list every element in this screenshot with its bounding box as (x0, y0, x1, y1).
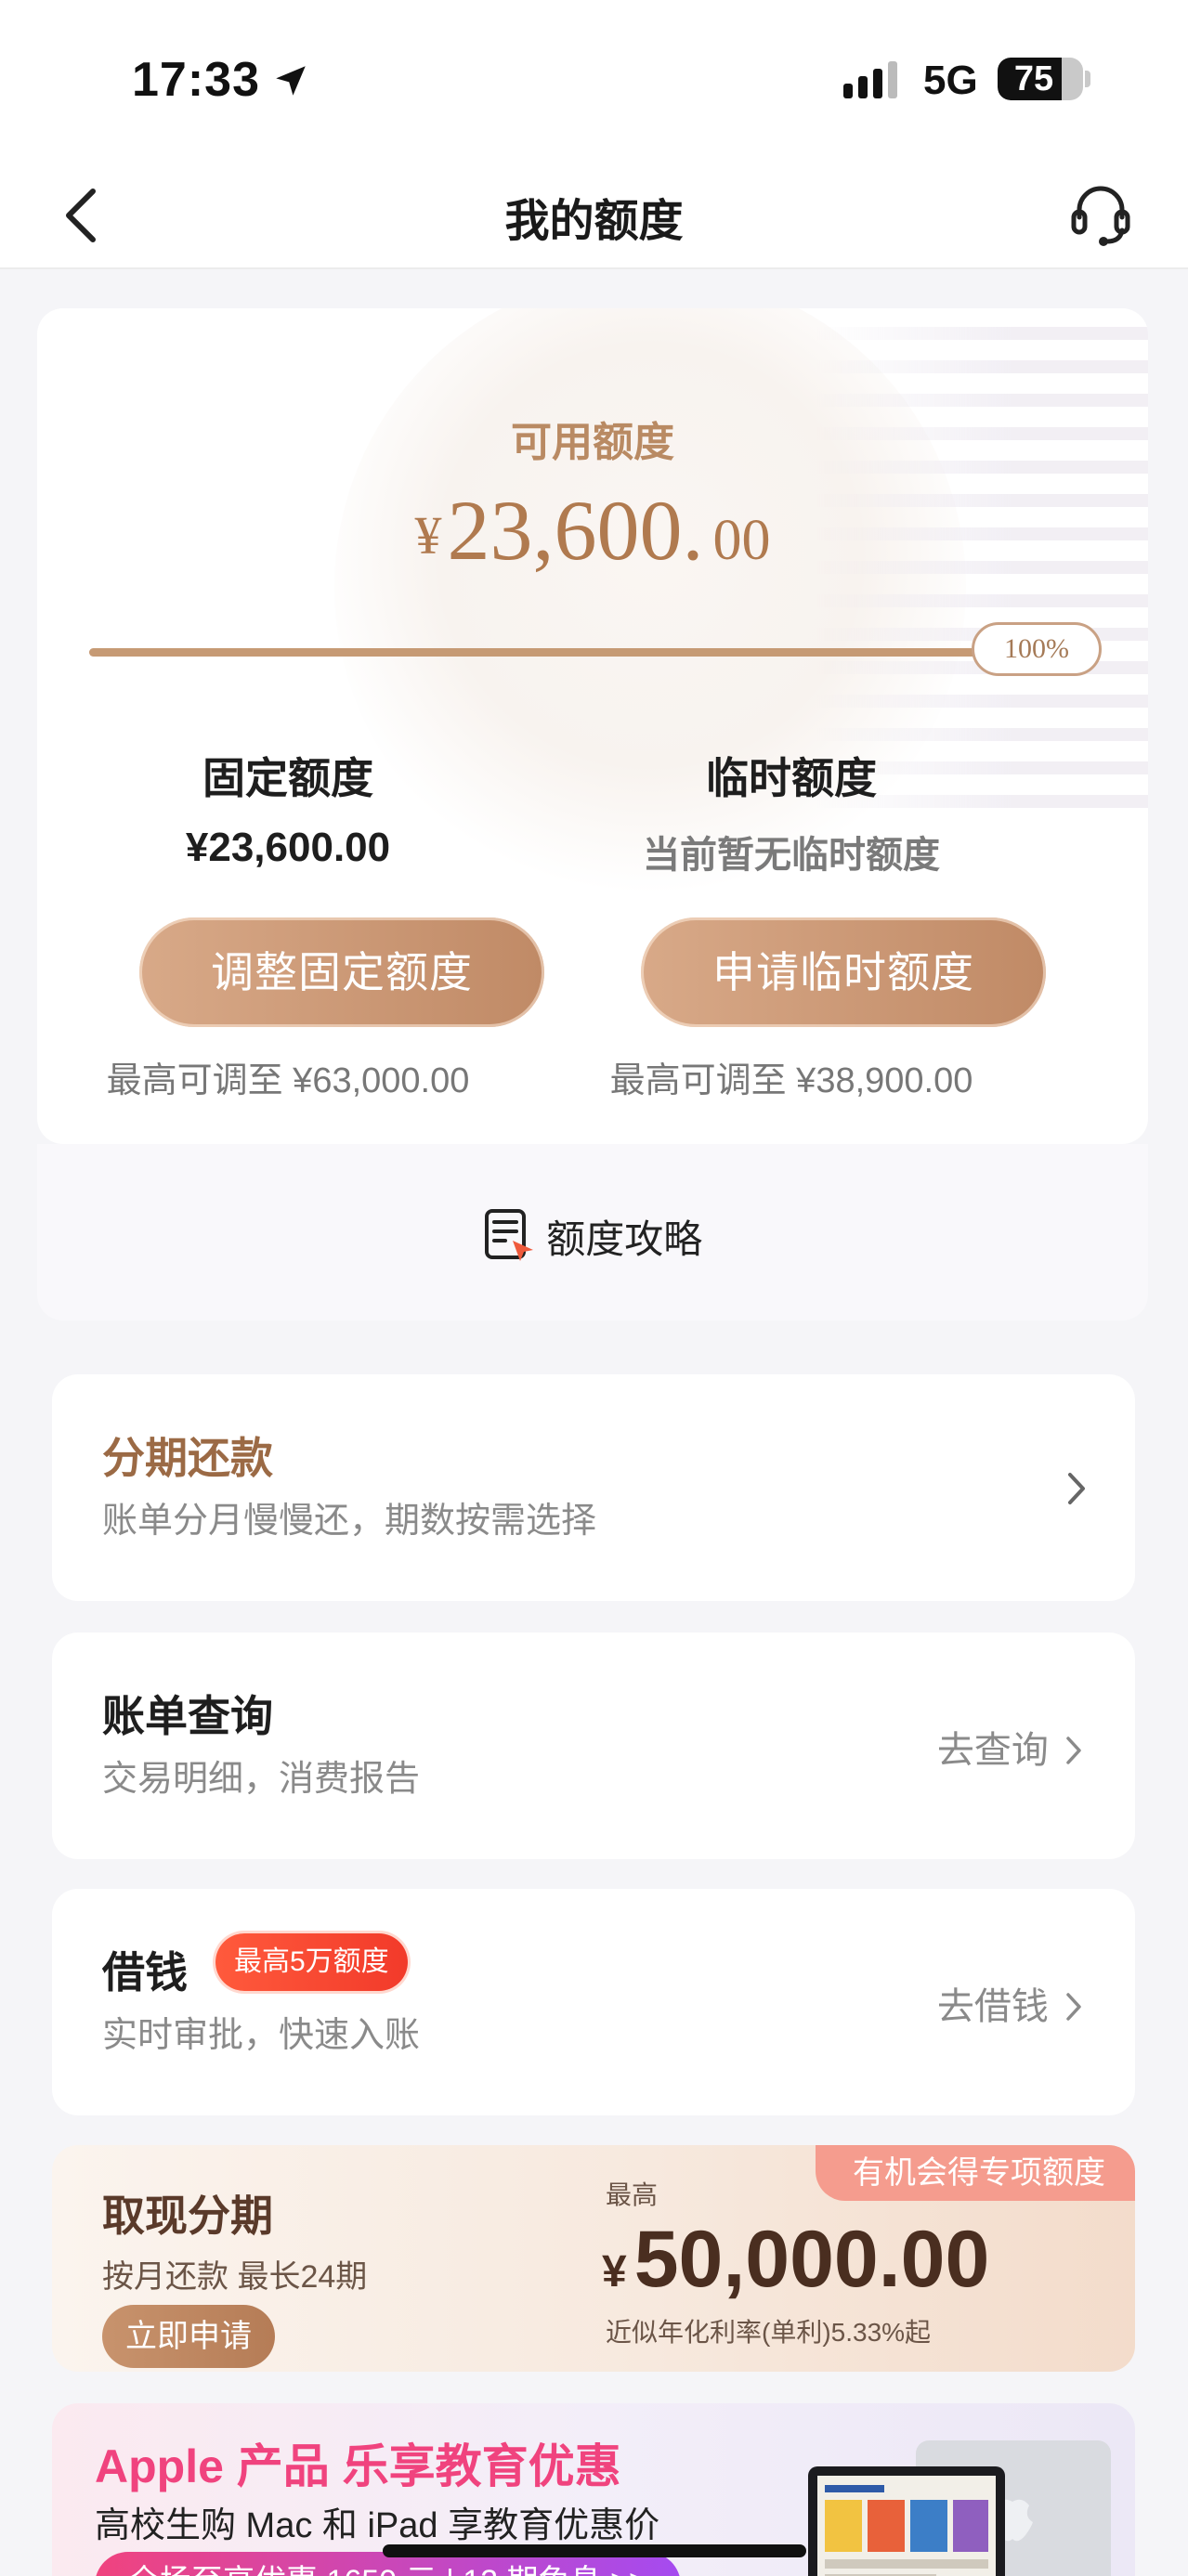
network-type: 5G (923, 58, 978, 103)
available-quota-currency: ¥ (414, 505, 442, 566)
strategy-document-icon (484, 1209, 533, 1261)
page-title: 我的额度 (504, 197, 684, 246)
available-quota-amount: ¥23,600. 00 (37, 481, 1148, 579)
chevron-right-icon (1066, 1737, 1081, 1764)
bill-title: 账单查询 (102, 1692, 273, 1740)
cash-max-amount: ¥50,000.00 (602, 2214, 989, 2306)
temporary-quota-title: 临时额度 (706, 754, 877, 802)
home-indicator (383, 2544, 806, 2557)
loan-action[interactable]: 去借钱 (937, 1976, 1083, 2030)
quota-progress-label: 100% (972, 622, 1102, 676)
cash-currency: ¥ (602, 2247, 627, 2296)
nav-bar: 我的额度 (0, 158, 1188, 269)
quota-progress-track (89, 648, 1018, 657)
temporary-quota-max-note: 最高可调至 ¥38,900.00 (609, 1061, 973, 1100)
cash-rate-note: 近似年化利率(单利)5.33%起 (606, 2318, 932, 2347)
fixed-quota-title: 固定额度 (202, 754, 373, 802)
location-arrow-icon (276, 66, 306, 96)
cash-installment-title: 取现分期 (102, 2192, 273, 2240)
installment-subtitle: 账单分月慢慢还，期数按需选择 (102, 1502, 597, 1541)
loan-card[interactable]: 借钱 最高5万额度 实时审批，快速入账 去借钱 (52, 1889, 1135, 2115)
apple-banner-title: Apple 产品 乐享教育优惠 (95, 2440, 621, 2492)
chevron-right-icon (1066, 1993, 1081, 2021)
adjust-fixed-quota-button[interactable]: 调整固定额度 (139, 917, 544, 1027)
available-quota-decimal: 00 (712, 509, 771, 572)
macbook-ipad-image (808, 2440, 1111, 2576)
customer-service-icon[interactable] (1068, 178, 1133, 253)
battery-percent: 75 (1013, 59, 1054, 98)
bill-query-card[interactable]: 账单查询 交易明细，消费报告 去查询 (52, 1633, 1135, 1859)
battery-tip (1085, 71, 1090, 87)
fixed-quota-value: ¥23,600.00 (185, 825, 391, 870)
temporary-quota-value: 当前暂无临时额度 (643, 835, 940, 876)
loan-subtitle: 实时审批，快速入账 (102, 2016, 421, 2055)
loan-title: 借钱 (102, 1948, 188, 1997)
loan-max-badge: 最高5万额度 (215, 1933, 408, 1991)
apply-temporary-quota-button[interactable]: 申请临时额度 (641, 917, 1046, 1027)
bill-query-action[interactable]: 去查询 (937, 1720, 1083, 1774)
quota-progress-fill (89, 648, 1018, 657)
bill-action-label: 去查询 (936, 1730, 1049, 1771)
quota-strategy-label: 额度攻略 (546, 1216, 703, 1261)
cash-max-label: 最高 (606, 2180, 659, 2209)
bill-subtitle: 交易明细，消费报告 (102, 1760, 421, 1799)
fixed-quota-max-note: 最高可调至 ¥63,000.00 (106, 1061, 470, 1100)
cash-installment-card[interactable]: 取现分期 按月还款 最长24期 立即申请 最高 ¥50,000.00 近似年化利… (52, 2145, 1135, 2372)
installment-repayment-card[interactable]: 分期还款 账单分月慢慢还，期数按需选择 (52, 1374, 1135, 1601)
installment-title: 分期还款 (102, 1434, 273, 1482)
apple-banner-subtitle: 高校生购 Mac 和 iPad 享教育优惠价 (95, 2506, 660, 2545)
available-quota-label: 可用额度 (511, 420, 674, 465)
loan-action-label: 去借钱 (936, 1986, 1049, 2027)
available-quota-integer: 23,600. (447, 483, 704, 578)
battery-icon: 75 (998, 58, 1083, 100)
special-quota-tag: 有机会得专项额度 (816, 2145, 1135, 2201)
cash-installment-subtitle: 按月还款 最长24期 (102, 2259, 368, 2295)
cellular-signal-icon (843, 61, 897, 98)
cash-amount-value: 50,000.00 (633, 2215, 990, 2304)
status-time: 17:33 (132, 53, 260, 107)
quota-strategy-link[interactable]: 额度攻略 (37, 1207, 1148, 1265)
status-bar: 17:33 5G 75 (0, 0, 1188, 158)
chevron-right-icon (1068, 1473, 1085, 1504)
apply-now-button[interactable]: 立即申请 (102, 2305, 275, 2368)
quota-card: 可用额度 ¥23,600. 00 100% 固定额度 ¥23,600.00 调整固… (37, 308, 1148, 1144)
quota-strategy-section: 额度攻略 (37, 1144, 1148, 1321)
